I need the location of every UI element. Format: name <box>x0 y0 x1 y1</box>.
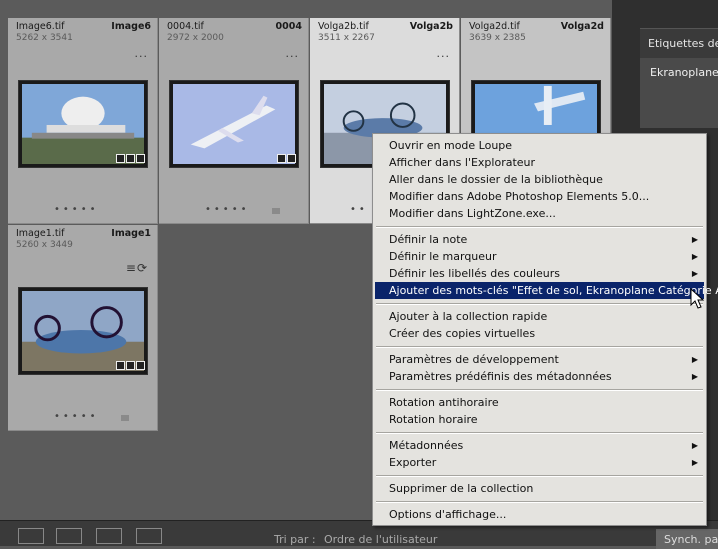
thumbnail-filename: 0004.tif <box>167 21 204 32</box>
menu-item-rotate-left[interactable]: Rotation antihoraire <box>375 394 704 411</box>
sync-button[interactable]: Synch. pa <box>656 529 718 549</box>
thumbnail-filename: Image6.tif <box>16 21 65 32</box>
keyword-text: Ekranoplane, <box>650 66 718 79</box>
menu-item-metadata[interactable]: Métadonnées ▶ <box>375 437 704 454</box>
menu-separator <box>376 501 703 503</box>
context-menu: Ouvrir en mode Loupe Afficher dans l'Exp… <box>372 133 718 526</box>
submenu-arrow-icon: ▶ <box>691 372 698 381</box>
thumbnail-dimensions: 2972 x 2000 <box>167 33 224 43</box>
menu-item-add-quick-collection[interactable]: Ajouter à la collection rapide <box>375 308 704 325</box>
keywords-panel-header[interactable]: Etiquettes de <box>640 28 718 59</box>
menu-separator <box>376 303 703 305</box>
menu-item-rotate-right[interactable]: Rotation horaire <box>375 411 704 428</box>
submenu-arrow-icon: ▶ <box>691 235 698 244</box>
thumbnail-cell[interactable]: 0004.tif 2972 x 2000 0004 ··· ••••• <box>159 18 309 224</box>
color-label-swatch[interactable] <box>121 415 129 421</box>
crop-badge-icon <box>126 361 135 370</box>
keyword-badge-icon <box>277 154 286 163</box>
thumbnail-dimensions: 3639 x 2385 <box>469 33 526 43</box>
menu-item-view-options[interactable]: Options d'affichage... <box>375 506 704 523</box>
keywords-panel-title: Etiquettes de <box>648 37 718 50</box>
thumbnail-cell[interactable]: Image1.tif 5260 x 3449 Image1 ≡⟳ ••••• <box>8 225 158 431</box>
rating-dots[interactable]: •• <box>350 204 368 215</box>
menu-separator <box>376 226 703 228</box>
submenu-arrow-icon: ▶ <box>691 355 698 364</box>
develop-badge-icon <box>287 154 296 163</box>
sort-select[interactable]: Ordre de l'utilisateur <box>324 533 437 546</box>
submenu-arrow-icon: ▶ <box>691 252 698 261</box>
menu-item-export[interactable]: Exporter ▶ <box>375 454 704 471</box>
menu-separator <box>376 475 703 477</box>
menu-item-edit-lightzone[interactable]: Modifier dans LightZone.exe... <box>375 205 704 222</box>
menu-separator <box>376 432 703 434</box>
rating-dots[interactable]: ••••• <box>54 411 99 422</box>
thumbnail-index: Volga2b <box>409 21 453 32</box>
badge-group <box>116 154 145 163</box>
rating-dots[interactable]: ••••• <box>205 204 250 215</box>
grid-view-icon[interactable] <box>18 528 44 544</box>
develop-badge-icon <box>136 154 145 163</box>
menu-item-add-keywords[interactable]: Ajouter des mots-clés "Effet de sol, Ekr… <box>375 282 718 299</box>
color-label-swatch[interactable] <box>272 208 280 214</box>
loupe-view-icon[interactable] <box>56 528 82 544</box>
thumbnail-index: Image1 <box>111 228 151 239</box>
thumbnail-dimensions: 5262 x 3541 <box>16 33 73 43</box>
mouse-cursor-icon <box>690 288 704 309</box>
crop-badge-icon <box>126 154 135 163</box>
thumbnail-filename: Volga2b.tif <box>318 21 369 32</box>
menu-item-create-virtual-copies[interactable]: Créer des copies virtuelles <box>375 325 704 342</box>
more-options-icon[interactable]: ··· <box>286 50 300 63</box>
menu-item-set-rating[interactable]: Définir la note ▶ <box>375 231 704 248</box>
menu-item-edit-photoshop[interactable]: Modifier dans Adobe Photoshop Elements 5… <box>375 188 704 205</box>
submenu-arrow-icon: ▶ <box>691 269 698 278</box>
more-options-icon[interactable]: ··· <box>135 50 149 63</box>
keyword-badge-icon <box>116 361 125 370</box>
submenu-arrow-icon: ▶ <box>691 458 698 467</box>
badge-group <box>116 361 145 370</box>
develop-badge-icon <box>136 361 145 370</box>
keywords-textarea[interactable]: Ekranoplane, <box>640 58 718 128</box>
menu-item-go-to-folder[interactable]: Aller dans le dossier de la bibliothèque <box>375 171 704 188</box>
survey-view-icon[interactable] <box>136 528 162 544</box>
more-options-icon[interactable]: ··· <box>437 50 451 63</box>
menu-item-develop-settings[interactable]: Paramètres de développement ▶ <box>375 351 704 368</box>
menu-separator <box>376 346 703 348</box>
menu-item-set-flag[interactable]: Définir le marqueur ▶ <box>375 248 704 265</box>
rating-dots[interactable]: ••••• <box>54 204 99 215</box>
thumbnail-cell[interactable]: Image6.tif 5262 x 3541 Image6 ··· ••••• <box>8 18 158 224</box>
thumbnail-index: Volga2d <box>560 21 604 32</box>
thumbnail-dimensions: 5260 x 3449 <box>16 240 73 250</box>
submenu-arrow-icon: ▶ <box>691 441 698 450</box>
thumbnail-index: 0004 <box>275 21 302 32</box>
menu-separator <box>376 389 703 391</box>
badge-group <box>277 154 296 163</box>
menu-item-set-color-labels[interactable]: Définir les libellés des couleurs ▶ <box>375 265 704 282</box>
menu-item-open-loupe[interactable]: Ouvrir en mode Loupe <box>375 137 704 154</box>
menu-item-show-explorer[interactable]: Afficher dans l'Explorateur <box>375 154 704 171</box>
thumbnail-filename: Volga2d.tif <box>469 21 520 32</box>
sort-label: Tri par : <box>274 533 316 546</box>
thumbnail-dimensions: 3511 x 2267 <box>318 33 375 43</box>
thumbnail-filename: Image1.tif <box>16 228 65 239</box>
compare-view-icon[interactable] <box>96 528 122 544</box>
thumbnail-index: Image6 <box>111 21 151 32</box>
rotate-icon[interactable]: ≡⟳ <box>126 261 148 275</box>
keyword-badge-icon <box>116 154 125 163</box>
menu-item-remove-from-collection[interactable]: Supprimer de la collection <box>375 480 704 497</box>
menu-item-metadata-presets[interactable]: Paramètres prédéfinis des métadonnées ▶ <box>375 368 704 385</box>
